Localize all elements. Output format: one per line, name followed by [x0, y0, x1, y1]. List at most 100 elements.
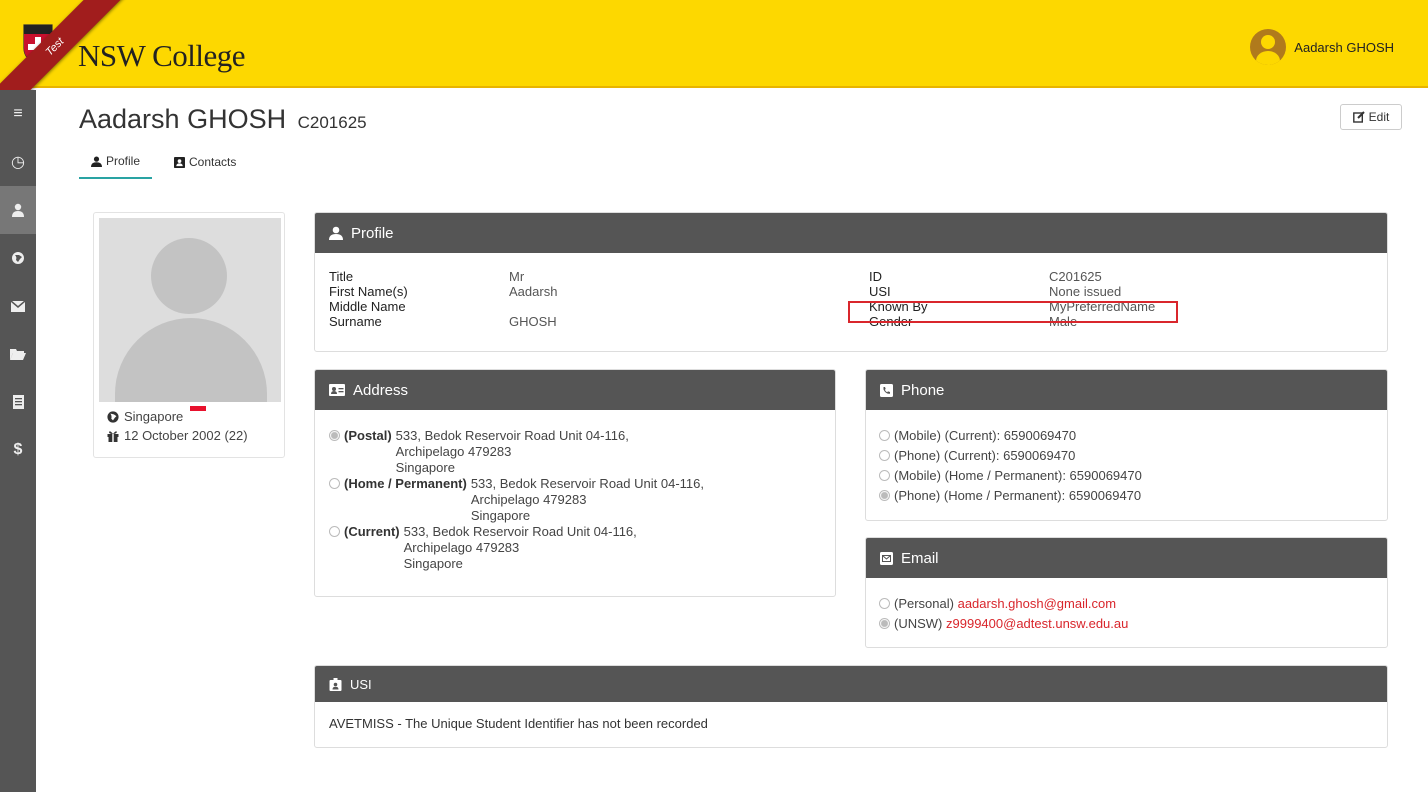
- phone-item: (Phone) (Current): 6590069470: [879, 446, 1374, 466]
- globe-icon: [12, 252, 24, 264]
- edit-button[interactable]: Edit: [1340, 104, 1402, 130]
- phone-icon: [880, 383, 893, 397]
- address-line: 533, Bedok Reservoir Road Unit 04-116,: [470, 476, 704, 491]
- profile-panel-title: Profile: [351, 224, 394, 242]
- country-name: Singapore: [124, 409, 184, 424]
- email-panel-title: Email: [901, 549, 939, 567]
- profile-panel: Profile Title Mr ID C201625 First Name(s…: [314, 212, 1388, 352]
- email-item: (UNSW) z9999400@adtest.unsw.edu.au: [879, 614, 1374, 634]
- country-line: Singapore: [107, 405, 207, 424]
- date-of-birth: 12 October 2002 (22): [124, 428, 248, 443]
- field-value-first-name: Aadarsh: [509, 284, 558, 299]
- field-label-id: ID: [869, 269, 882, 284]
- address-line: 533, Bedok Reservoir Road Unit 04-116,: [395, 428, 629, 443]
- tab-contacts-label: Contacts: [189, 155, 237, 169]
- field-value-middle-name: [509, 299, 869, 314]
- profile-panel-header: Profile: [315, 213, 1387, 253]
- email-radio[interactable]: [879, 598, 890, 609]
- sidebar-dashboard-icon[interactable]: ◷: [0, 138, 36, 186]
- phone-text: (Mobile) (Current): 6590069470: [894, 428, 1077, 443]
- phone-panel-title: Phone: [901, 381, 945, 399]
- singapore-flag-icon: [190, 405, 207, 416]
- sidebar-globe-icon[interactable]: [0, 234, 36, 282]
- phone-radio[interactable]: [879, 490, 890, 501]
- tab-profile-label: Profile: [106, 154, 141, 168]
- email-panel: Email (Personal) aadarsh.ghosh@gmail.com…: [865, 537, 1388, 648]
- usi-panel: USI AVETMISS - The Unique Student Identi…: [314, 665, 1388, 748]
- field-value-title: Mr: [509, 269, 525, 284]
- field-label-surname: Surname: [329, 314, 382, 329]
- field-value-id: C201625: [1049, 269, 1102, 284]
- sidebar-document-icon[interactable]: [0, 378, 36, 426]
- address-line: Singapore: [470, 508, 531, 523]
- email-item: (Personal) aadarsh.ghosh@gmail.com: [879, 594, 1374, 614]
- brand-name[interactable]: NSW College: [78, 38, 246, 74]
- sidebar-menu-icon[interactable]: ≡: [0, 90, 36, 138]
- field-label-title: Title: [329, 269, 354, 284]
- field-label-gender: Gender: [869, 314, 913, 329]
- sidebar-folder-icon[interactable]: [0, 330, 36, 378]
- address-radio-home[interactable]: [329, 478, 340, 489]
- address-panel-title: Address: [353, 381, 409, 399]
- gift-icon: [107, 430, 119, 442]
- phone-panel-header: Phone: [866, 370, 1387, 410]
- tab-contacts[interactable]: Contacts: [162, 150, 248, 179]
- address-line: 533, Bedok Reservoir Road Unit 04-116,: [403, 524, 637, 539]
- user-icon: [12, 203, 24, 217]
- usi-panel-header: USI: [315, 666, 1387, 702]
- address-radio-postal[interactable]: [329, 430, 340, 441]
- field-value-gender: Male: [1049, 314, 1078, 329]
- email-radio[interactable]: [879, 618, 890, 629]
- email-label: (Personal): [894, 596, 954, 611]
- user-avatar-icon: [1250, 29, 1287, 65]
- address-line: Singapore: [403, 556, 463, 571]
- field-value-surname: GHOSH: [509, 314, 557, 329]
- phone-radio[interactable]: [879, 470, 890, 481]
- sidebar-dollar-icon[interactable]: $: [0, 426, 36, 474]
- address-book-icon: [174, 156, 186, 168]
- field-label-usi: USI: [869, 284, 891, 299]
- envelope-square-icon: [880, 551, 893, 565]
- envelope-icon: [11, 300, 25, 312]
- email-link[interactable]: z9999400@adtest.unsw.edu.au: [946, 616, 1128, 631]
- sidebar-envelope-icon[interactable]: [0, 282, 36, 330]
- field-label-first-name: First Name(s): [329, 284, 408, 299]
- tab-profile[interactable]: Profile: [79, 150, 153, 179]
- phone-radio[interactable]: [879, 450, 890, 461]
- phone-text: (Phone) (Current): 6590069470: [894, 448, 1076, 463]
- address-radio-current[interactable]: [329, 526, 340, 537]
- phone-radio[interactable]: [879, 430, 890, 441]
- address-label: (Current): [344, 524, 400, 539]
- sidebar: ≡ ◷ $: [0, 90, 36, 792]
- address-line: Archipelago 479283: [403, 540, 520, 555]
- sidebar-user-icon[interactable]: [0, 186, 36, 234]
- profile-details: Title Mr ID C201625 First Name(s) Aadars…: [329, 269, 1373, 329]
- student-name: Aadarsh GHOSH: [79, 104, 287, 134]
- address-line: Singapore: [395, 460, 455, 475]
- phone-panel: Phone (Mobile) (Current): 6590069470 (Ph…: [865, 369, 1388, 521]
- address-line: Archipelago 479283: [470, 492, 587, 507]
- field-value-known-by: MyPreferredName: [1049, 299, 1156, 314]
- usi-message: AVETMISS - The Unique Student Identifier…: [329, 716, 708, 731]
- email-label: (UNSW): [894, 616, 943, 631]
- top-bar: NSW College Test Aadarsh GHOSH: [0, 0, 1428, 124]
- address-item: (Home / Permanent) 533, Bedok Reservoir …: [329, 476, 821, 524]
- phone-item: (Phone) (Home / Permanent): 6590069470: [879, 486, 1374, 506]
- address-label: (Home / Permanent): [344, 476, 467, 491]
- user-menu[interactable]: Aadarsh GHOSH: [1250, 29, 1394, 65]
- globe-icon: [107, 410, 119, 423]
- user-name: Aadarsh GHOSH: [1294, 39, 1394, 55]
- address-label: (Postal): [344, 428, 392, 443]
- address-card-icon: [329, 384, 345, 396]
- field-value-usi: None issued: [1049, 284, 1122, 299]
- tab-bar: Profile Contacts: [79, 150, 248, 179]
- user-icon: [329, 226, 343, 240]
- email-link[interactable]: aadarsh.ghosh@gmail.com: [958, 596, 1116, 611]
- phone-text: (Phone) (Home / Permanent): 6590069470: [894, 488, 1142, 503]
- field-label-known-by: Known By: [869, 299, 928, 314]
- address-panel: Address (Postal) 533, Bedok Reservoir Ro…: [314, 369, 836, 597]
- edit-icon: [1352, 111, 1365, 123]
- page-title: Aadarsh GHOSH C201625: [79, 104, 367, 135]
- user-icon: [91, 156, 102, 167]
- phone-text: (Mobile) (Home / Permanent): 6590069470: [894, 468, 1142, 483]
